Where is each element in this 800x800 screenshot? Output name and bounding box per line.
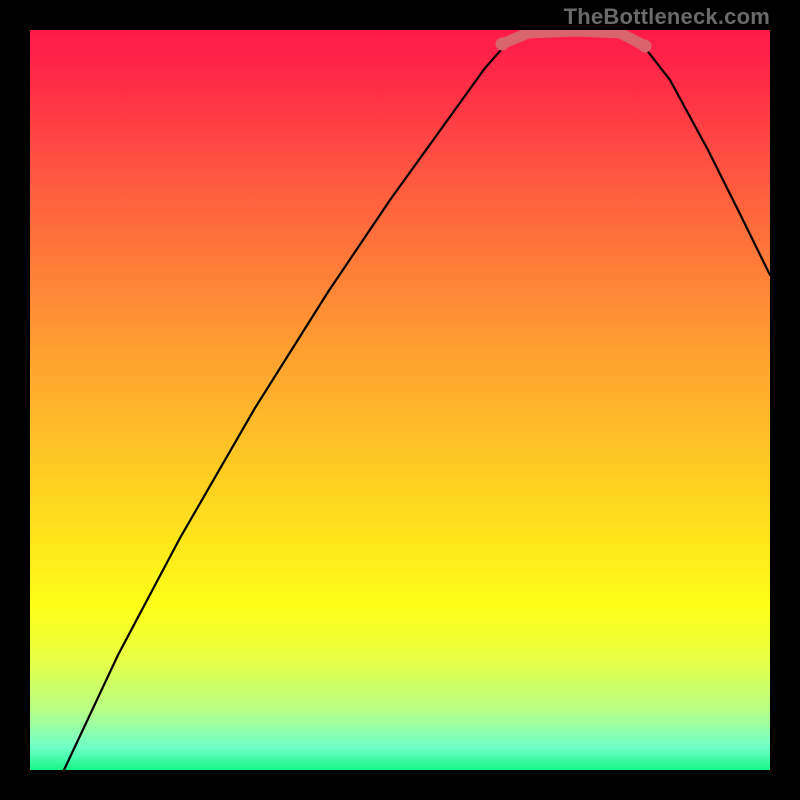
watermark-text: TheBottleneck.com <box>564 4 770 30</box>
chart-frame: TheBottleneck.com <box>0 0 800 800</box>
highlight-endpoint-right <box>639 40 652 53</box>
chart-curve <box>30 30 770 770</box>
plot-area <box>30 30 770 770</box>
highlight-endpoint-left <box>496 38 509 51</box>
flat-region-highlight <box>502 31 645 46</box>
curve-line <box>64 31 770 770</box>
